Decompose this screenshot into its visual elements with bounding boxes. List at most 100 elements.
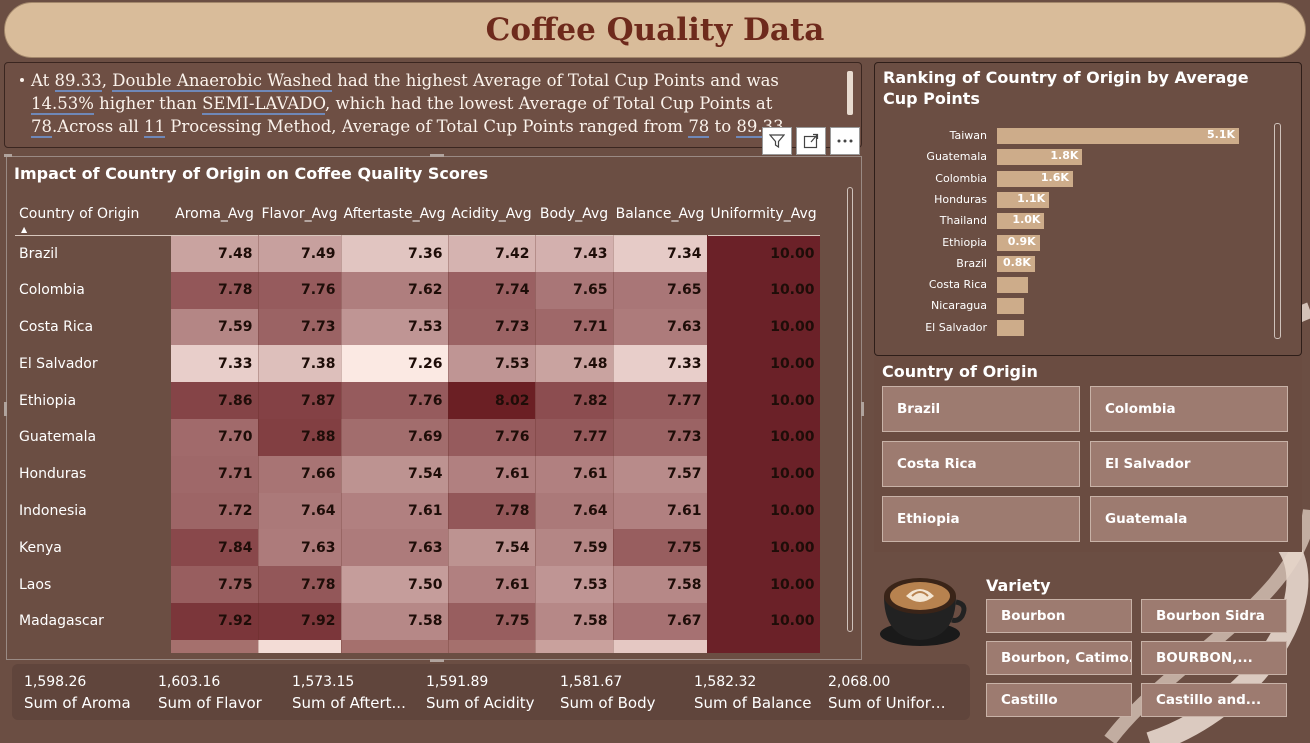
matrix-cell[interactable]: 7.76: [341, 382, 449, 419]
narrative-value[interactable]: 14.53%: [31, 94, 94, 115]
matrix-cell[interactable]: 7.42: [448, 235, 536, 272]
bar[interactable]: [997, 319, 1024, 336]
resize-handle[interactable]: [430, 154, 444, 157]
matrix-cell[interactable]: 10.00: [707, 602, 820, 640]
bar[interactable]: [997, 277, 1028, 294]
matrix-cell[interactable]: 7.76: [258, 271, 342, 309]
slicer-option[interactable]: Bourbon Sidra: [1141, 599, 1287, 633]
matrix-cell[interactable]: 7.49: [258, 235, 342, 272]
bar[interactable]: 0.8K: [997, 255, 1035, 272]
column-header[interactable]: Flavor_Avg: [258, 193, 341, 235]
table-row[interactable]: Madagascar 7.92 7.92 7.58 7.75 7.58 7.67 10.00: [15, 602, 820, 640]
bar-row[interactable]: Ethiopia 0.9K: [875, 234, 1295, 252]
matrix-cell[interactable]: 7.67: [613, 602, 708, 640]
narrative-value[interactable]: 78: [688, 117, 710, 138]
matrix-cell[interactable]: 7.73: [613, 418, 708, 456]
matrix-cell[interactable]: 7.86: [171, 382, 259, 419]
slicer-option[interactable]: Costa Rica: [882, 441, 1080, 487]
table-row[interactable]: Indonesia 7.72 7.64 7.61 7.78 7.64 7.61 10.00: [15, 492, 820, 530]
matrix-cell[interactable]: 10.00: [707, 529, 820, 567]
matrix-cell[interactable]: 7.38: [258, 345, 342, 383]
slicer-option[interactable]: Colombia: [1090, 386, 1288, 432]
narrative-value[interactable]: SEMI-LAVADO: [202, 94, 326, 115]
row-header-country[interactable]: Costa Rica: [15, 309, 171, 346]
bar-row[interactable]: Honduras 1.1K: [875, 191, 1295, 209]
matrix-cell[interactable]: 7.78: [258, 566, 342, 603]
matrix-cell[interactable]: 7.48: [535, 345, 614, 383]
row-header-country[interactable]: Brazil: [15, 235, 171, 272]
matrix-cell[interactable]: 7.78: [448, 492, 536, 530]
matrix-cell[interactable]: 7.61: [341, 492, 449, 530]
matrix-cell[interactable]: 10.00: [707, 418, 820, 456]
column-header[interactable]: Aroma_Avg: [171, 193, 258, 235]
filter-icon[interactable]: [762, 127, 792, 155]
matrix-cell[interactable]: 7.48: [171, 235, 259, 272]
slicer-option[interactable]: Bourbon: [986, 599, 1132, 633]
matrix-cell[interactable]: 7.84: [171, 529, 259, 567]
bar-row[interactable]: Thailand 1.0K: [875, 212, 1295, 230]
column-header-country[interactable]: Country of Origin ▲: [15, 193, 171, 235]
row-header-country[interactable]: Indonesia: [15, 493, 171, 530]
matrix-cell[interactable]: 7.88: [258, 418, 342, 456]
matrix-cell[interactable]: 7.50: [341, 566, 449, 603]
table-row[interactable]: Kenya 7.84 7.63 7.63 7.54 7.59 7.75 10.00: [15, 529, 820, 567]
matrix-cell[interactable]: 7.71: [535, 308, 614, 346]
matrix-cell[interactable]: 7.73: [448, 308, 536, 346]
matrix-cell[interactable]: 7.65: [613, 271, 708, 309]
matrix-cell[interactable]: 7.61: [448, 566, 536, 603]
matrix-cell[interactable]: 7.77: [535, 418, 614, 456]
narrative-scrollbar[interactable]: [847, 71, 853, 115]
matrix-cell[interactable]: 7.33: [171, 345, 259, 383]
matrix-cell[interactable]: 7.73: [258, 308, 342, 346]
matrix-cell[interactable]: 7.63: [258, 529, 342, 567]
matrix-cell[interactable]: 7.64: [535, 492, 614, 530]
matrix-cell[interactable]: 7.72: [171, 492, 259, 530]
bar[interactable]: 1.6K: [997, 170, 1073, 187]
matrix-cell[interactable]: 8.02: [448, 382, 536, 419]
row-header-country[interactable]: Madagascar: [15, 603, 171, 640]
bar[interactable]: 1.1K: [997, 191, 1050, 208]
focus-mode-icon[interactable]: [796, 127, 826, 155]
matrix-cell[interactable]: 10.00: [707, 271, 820, 309]
matrix-cell[interactable]: 7.34: [613, 235, 708, 272]
row-header-country[interactable]: Kenya: [15, 529, 171, 566]
bar-row[interactable]: Nicaragua: [875, 297, 1295, 315]
narrative-value[interactable]: 89.33: [54, 71, 102, 92]
bar-row[interactable]: Brazil 0.8K: [875, 255, 1295, 273]
matrix-cell[interactable]: 7.58: [535, 602, 614, 640]
matrix-cell[interactable]: 7.65: [535, 271, 614, 309]
matrix-cell[interactable]: 7.92: [258, 602, 342, 640]
bar[interactable]: 1.0K: [997, 213, 1045, 230]
slicer-option[interactable]: BOURBON,...: [1141, 641, 1287, 675]
matrix-cell[interactable]: 7.61: [613, 492, 708, 530]
bar-row[interactable]: Costa Rica: [875, 276, 1295, 294]
bar[interactable]: 0.9K: [997, 234, 1040, 251]
matrix-scrollbar[interactable]: [845, 187, 855, 652]
table-row[interactable]: Colombia 7.78 7.76 7.62 7.74 7.65 7.65 10.00: [15, 271, 820, 309]
row-header-country[interactable]: Laos: [15, 566, 171, 603]
slicer-option[interactable]: Guatemala: [1090, 496, 1288, 542]
table-row[interactable]: Brazil 7.48 7.49 7.36 7.42 7.43 7.34 10.00: [15, 235, 820, 272]
matrix-cell[interactable]: 7.61: [448, 455, 536, 493]
bar-row[interactable]: El Salvador: [875, 319, 1295, 337]
matrix-cell[interactable]: 7.43: [535, 235, 614, 272]
matrix-cell[interactable]: 7.53: [341, 308, 449, 346]
matrix-cell[interactable]: 7.53: [448, 345, 536, 383]
matrix-cell[interactable]: 7.57: [613, 455, 708, 493]
row-header-country[interactable]: El Salvador: [15, 345, 171, 382]
matrix-cell[interactable]: 7.54: [448, 529, 536, 567]
matrix-cell[interactable]: 7.59: [171, 308, 259, 346]
matrix-cell[interactable]: 7.53: [535, 566, 614, 603]
column-header[interactable]: Aftertaste_Avg: [341, 193, 448, 235]
matrix-cell[interactable]: 7.54: [341, 455, 449, 493]
matrix-cell[interactable]: 7.87: [258, 382, 342, 419]
matrix-cell[interactable]: 7.66: [258, 455, 342, 493]
matrix-cell[interactable]: 7.59: [535, 529, 614, 567]
table-row[interactable]: Costa Rica 7.59 7.73 7.53 7.73 7.71 7.63 10.00: [15, 308, 820, 346]
matrix-cell[interactable]: 7.76: [448, 418, 536, 456]
matrix-cell[interactable]: 10.00: [707, 308, 820, 346]
matrix-cell[interactable]: 7.71: [171, 455, 259, 493]
bar[interactable]: [997, 298, 1024, 315]
resize-handle[interactable]: [430, 659, 444, 662]
slicer-option[interactable]: Bourbon, Catimo...: [986, 641, 1132, 675]
